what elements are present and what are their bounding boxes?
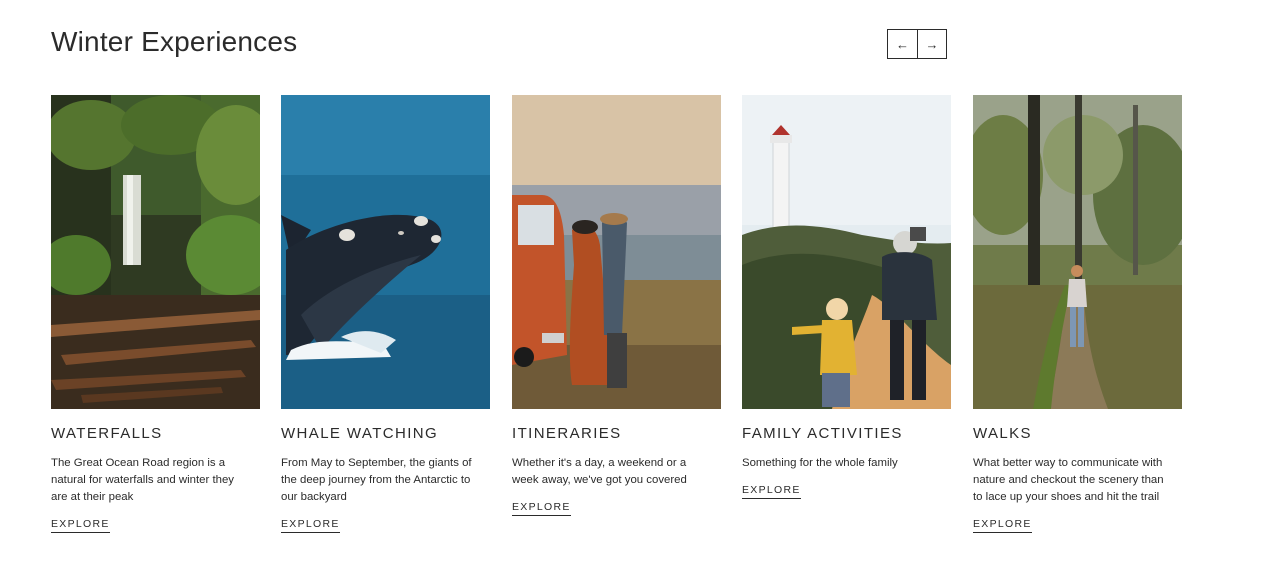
card-whale-watching[interactable]: WHALE WATCHING From May to September, th… (281, 95, 491, 533)
carousel-nav: ← → (887, 29, 947, 59)
woman-on-forest-trail-photo[interactable] (973, 95, 1182, 409)
card-description: Whether it's a day, a weekend or a week … (512, 457, 687, 486)
card-description: The Great Ocean Road region is a natural… (51, 457, 234, 503)
couple-with-orange-van-photo[interactable] (512, 95, 721, 409)
section-title: Winter Experiences (51, 26, 298, 57)
card-title: WATERFALLS (51, 425, 163, 442)
next-button[interactable]: → (917, 30, 946, 58)
card-family-activities[interactable]: FAMILY ACTIVITIES Something for the whol… (742, 95, 952, 499)
family-walking-to-lighthouse-photo[interactable] (742, 95, 951, 409)
previous-button[interactable]: ← (888, 30, 917, 58)
card-title: ITINERARIES (512, 425, 622, 442)
card-walks[interactable]: WALKS What better way to communicate wit… (973, 95, 1183, 533)
arrow-right-icon: → (925, 36, 939, 52)
rainforest-waterfall-photo[interactable] (51, 95, 260, 409)
card-description: Something for the whole family (742, 457, 898, 469)
card-waterfalls[interactable]: WATERFALLS The Great Ocean Road region i… (51, 95, 261, 533)
explore-link[interactable]: EXPLORE (742, 484, 801, 499)
explore-link[interactable]: EXPLORE (281, 518, 340, 533)
explore-link[interactable]: EXPLORE (973, 518, 1032, 533)
explore-link[interactable]: EXPLORE (51, 518, 110, 533)
arrow-left-icon: ← (896, 36, 909, 52)
card-title: FAMILY ACTIVITIES (742, 425, 903, 442)
card-itineraries[interactable]: ITINERARIES Whether it's a day, a weeken… (512, 95, 722, 516)
card-description: What better way to communicate with natu… (973, 457, 1164, 503)
winter-experiences-page: Winter Experiences ← → WATERFALLS The Gr… (0, 0, 1280, 574)
breaching-whale-photo[interactable] (281, 95, 490, 409)
card-title: WALKS (973, 425, 1032, 442)
explore-link[interactable]: EXPLORE (512, 501, 571, 516)
card-description: From May to September, the giants of the… (281, 457, 472, 503)
card-title: WHALE WATCHING (281, 425, 439, 442)
